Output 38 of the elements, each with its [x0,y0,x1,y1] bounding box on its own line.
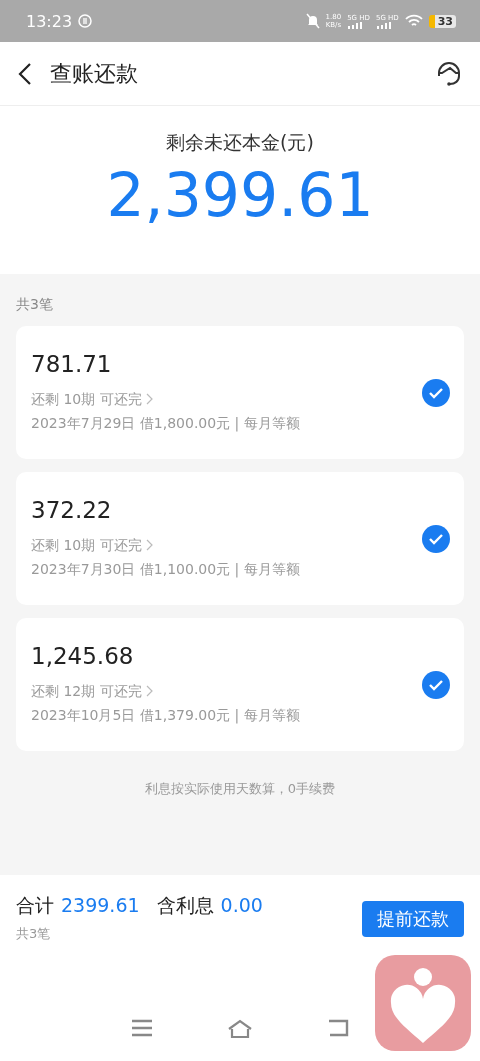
notification-icon [78,14,93,28]
checkbox[interactable] [422,378,450,407]
battery-icon: 33 [428,14,456,28]
chevron-right-icon[interactable] [145,684,153,697]
remaining-terms: 还剩 10期 可还完 [31,535,142,555]
signal-icon [347,21,364,29]
home-icon[interactable] [227,1019,253,1039]
loan-amount: 372.22 [31,496,113,523]
back-nav-icon[interactable] [327,1019,349,1037]
mute-icon [305,13,320,29]
balance-label: 剩余未还本金(元) [166,130,314,155]
fee-note: 利息按实际使用天数算，0手续费 [143,780,337,798]
interest-label: 含利息 [156,893,214,918]
total-label: 合计 [16,893,54,918]
menu-icon[interactable] [131,1019,153,1037]
signal-icon [375,21,392,29]
status-time: 13:23 [26,11,73,31]
back-icon[interactable] [16,61,34,86]
loan-amount: 781.71 [31,350,113,377]
loan-details: 2023年7月30日 借1,100.00元 | 每月等额 [31,559,301,580]
remaining-terms: 还剩 10期 可还完 [31,389,142,409]
prepay-button[interactable]: 提前还款 [362,901,464,937]
balance-amount: 2,399.61 [106,160,374,230]
loan-count: 共3笔 [15,295,54,314]
loan-amount: 1,245.68 [31,642,135,669]
heart-app-icon[interactable] [375,955,471,1051]
loan-count: 共3笔 [16,925,52,943]
wifi-icon [404,14,423,28]
checkbox[interactable] [422,524,450,553]
remaining-terms: 还剩 12期 可还完 [31,681,142,701]
loan-details: 2023年10月5日 借1,379.00元 | 每月等额 [31,705,301,726]
chevron-right-icon[interactable] [145,538,153,551]
checkbox[interactable] [422,670,450,699]
page-title: 查账还款 [50,59,139,88]
chevron-right-icon[interactable] [145,392,153,405]
interest-amount: 0.00 [220,894,263,916]
loan-details: 2023年7月29日 借1,800.00元 | 每月等额 [31,413,301,434]
total-amount: 2399.61 [61,894,140,916]
